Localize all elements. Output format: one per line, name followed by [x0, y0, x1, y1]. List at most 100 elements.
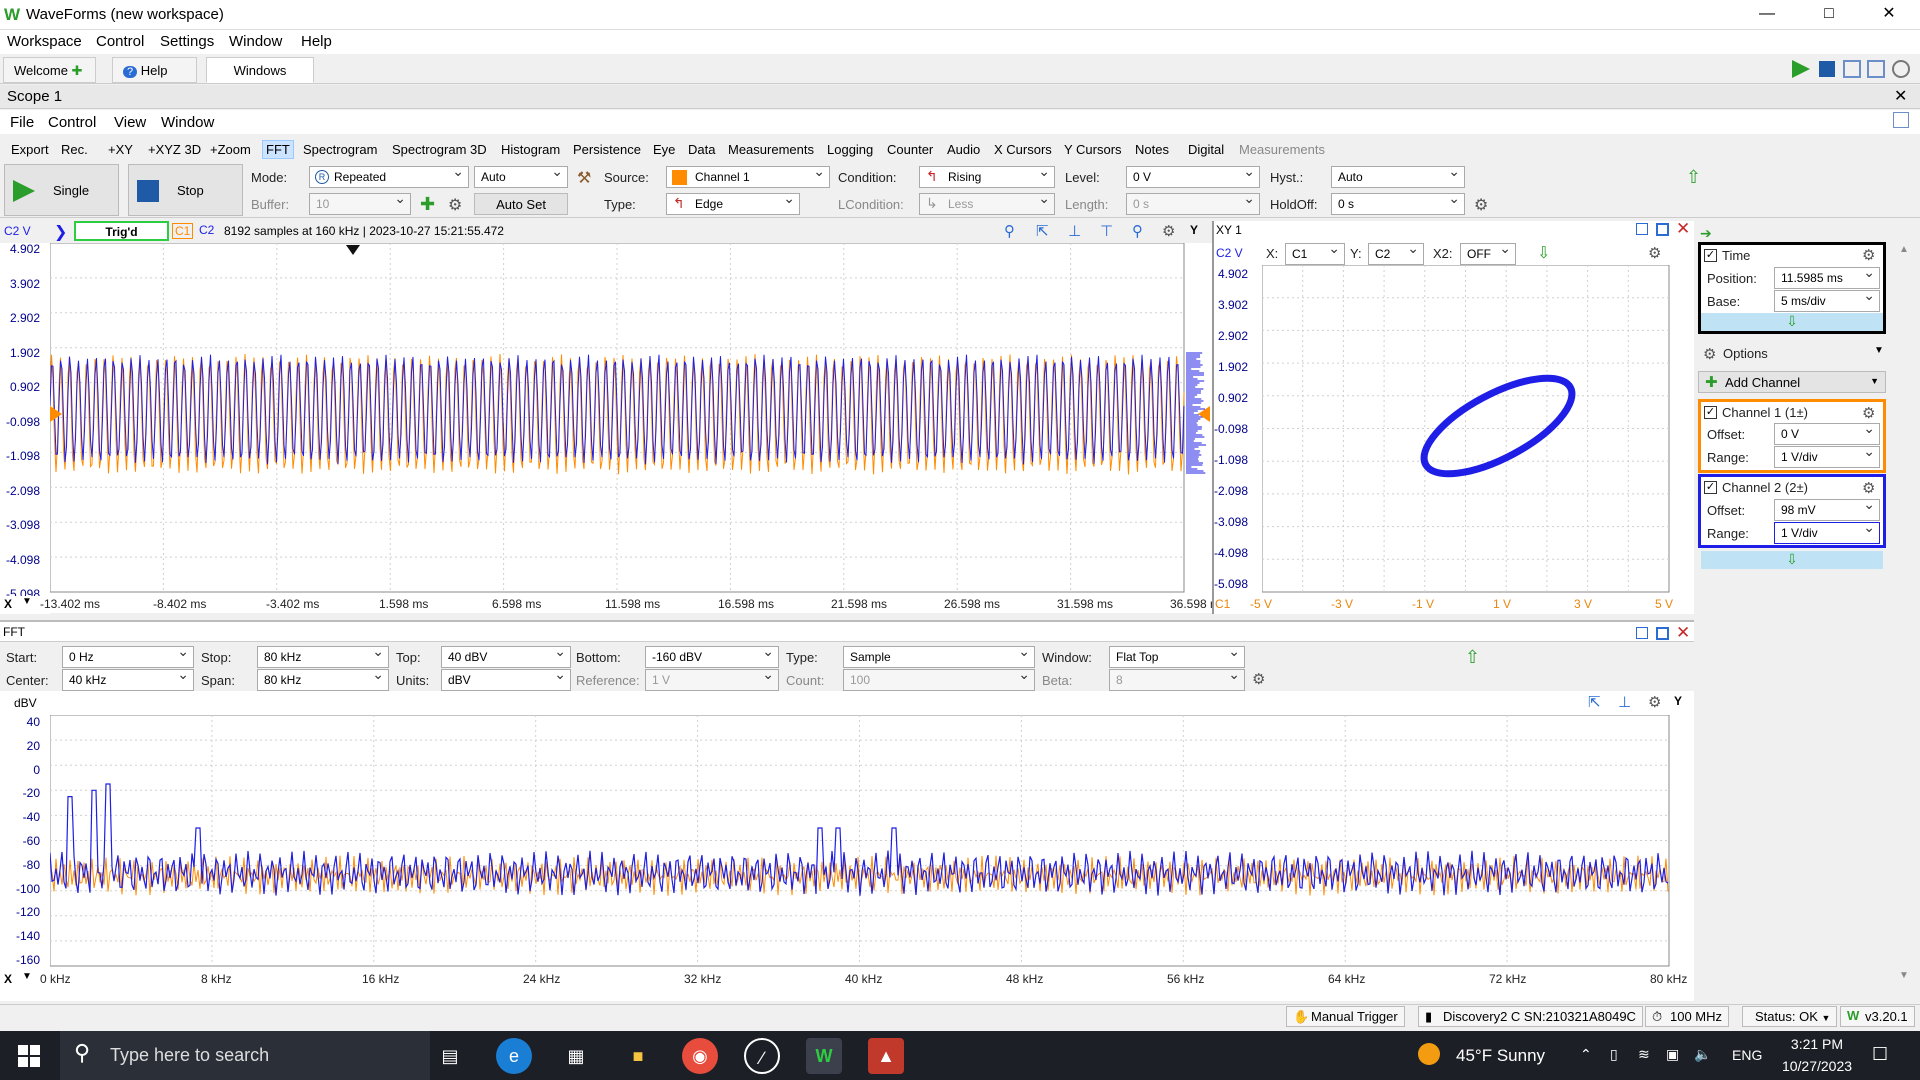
toolbar-measurements[interactable]: Measurements: [725, 141, 817, 158]
close-button[interactable]: ✕: [1866, 0, 1912, 30]
cursor-icon[interactable]: ⇱: [1036, 222, 1049, 240]
xy-x2-select[interactable]: OFF: [1460, 243, 1516, 265]
x-axis-dropdown-icon[interactable]: ▼: [22, 596, 32, 607]
xy-restore-icon[interactable]: [1636, 223, 1648, 235]
fft-collapse-arrow-icon[interactable]: ⇧: [1465, 647, 1480, 668]
xy-down-arrow-icon[interactable]: ⇩: [1537, 243, 1550, 263]
mode-auto-select[interactable]: Auto: [474, 166, 568, 188]
buffer-stepper[interactable]: 10: [309, 193, 411, 215]
fft-start-input[interactable]: 0 Hz: [62, 646, 194, 668]
language-indicator[interactable]: ENG: [1732, 1047, 1762, 1063]
manual-trigger-button[interactable]: ✋ Manual Trigger: [1286, 1006, 1405, 1027]
toolbar-eye[interactable]: Eye: [650, 141, 678, 158]
toolbar-counter[interactable]: Counter: [884, 141, 936, 158]
clock-time[interactable]: 3:21 PM: [1781, 1036, 1853, 1052]
toolbar-xyz3d[interactable]: +XYZ 3D: [145, 141, 204, 158]
fft-maximize-icon[interactable]: [1656, 627, 1669, 640]
add-buffer-icon[interactable]: ✚: [420, 194, 435, 215]
options-dropdown-icon[interactable]: ▼: [1874, 345, 1884, 356]
length-input[interactable]: 0 s: [1126, 193, 1260, 215]
fft-beta-input[interactable]: 8: [1109, 669, 1245, 691]
toolbar-spectrogram3d[interactable]: Spectrogram 3D: [389, 141, 490, 158]
edge-browser-icon[interactable]: e: [496, 1038, 532, 1074]
scope-menu-file[interactable]: File: [10, 114, 34, 131]
fft-count-input[interactable]: 100: [843, 669, 1035, 691]
align-icon[interactable]: ⊥: [1068, 222, 1081, 240]
single-button[interactable]: Single: [4, 164, 119, 216]
channel1-offset-input[interactable]: 0 V: [1774, 423, 1880, 445]
toolbar-histogram[interactable]: Histogram: [498, 141, 563, 158]
mode-select[interactable]: R Repeated: [309, 166, 469, 188]
toolbar-zoom[interactable]: +Zoom: [207, 141, 254, 158]
xy-close-icon[interactable]: ✕: [1676, 219, 1690, 239]
xy-y-select[interactable]: C2: [1368, 243, 1424, 265]
restore-icon[interactable]: [1893, 112, 1909, 128]
y-axis-button[interactable]: Y: [1190, 223, 1198, 237]
fft-restore-icon[interactable]: [1636, 627, 1648, 639]
fft-type-select[interactable]: Sample: [843, 646, 1035, 668]
fft-units-select[interactable]: dBV: [441, 669, 571, 691]
side-scroll-down-icon[interactable]: ▼: [1899, 970, 1909, 981]
weather-text[interactable]: 45°F Sunny: [1456, 1046, 1545, 1066]
waveforms-taskbar-icon[interactable]: W: [806, 1038, 842, 1074]
condition-select[interactable]: ↰ Rising: [919, 166, 1055, 188]
fft-y-axis-button[interactable]: Y: [1674, 694, 1682, 708]
wifi-icon[interactable]: ≋: [1638, 1046, 1650, 1063]
scope-menu-control[interactable]: Control: [48, 114, 96, 131]
toolbar-measurements-2[interactable]: Measurements: [1236, 141, 1328, 158]
status-indicator[interactable]: Status: OK ▼: [1742, 1006, 1838, 1027]
fft-align-icon[interactable]: ⊥: [1618, 693, 1631, 711]
type-select[interactable]: ↰ Edge: [666, 193, 800, 215]
toolbar-notes[interactable]: Notes: [1132, 141, 1172, 158]
channel2-range-select[interactable]: 1 V/div: [1774, 522, 1880, 544]
channels-expand-icon[interactable]: ⇩: [1701, 551, 1883, 569]
buffer-settings-icon[interactable]: ⚙: [448, 195, 462, 215]
menu-window[interactable]: Window: [229, 33, 282, 50]
fft-center-input[interactable]: 40 kHz: [62, 669, 194, 691]
toolbar-rec[interactable]: Rec.: [58, 141, 91, 158]
device-button[interactable]: ▮ Discovery2 C SN:210321A8049C: [1418, 1006, 1643, 1027]
channel1-checkbox[interactable]: ✓: [1704, 406, 1717, 419]
fft-cursor-icon[interactable]: ⇱: [1588, 693, 1601, 711]
fft-stop-input[interactable]: 80 kHz: [257, 646, 389, 668]
toolbar-fft[interactable]: FFT: [262, 140, 294, 159]
fft-x-dropdown-icon[interactable]: ▼: [22, 971, 32, 982]
tile-icon[interactable]: [1867, 60, 1885, 78]
x-axis-button[interactable]: X: [4, 597, 12, 611]
time-expand-icon[interactable]: ⇩: [1701, 313, 1883, 331]
side-scroll-up-icon[interactable]: ▲: [1899, 244, 1909, 255]
toolbar-export[interactable]: Export: [8, 141, 52, 158]
notifications-icon[interactable]: ☐: [1872, 1044, 1888, 1065]
settings-gear-icon[interactable]: [1892, 60, 1910, 78]
position-input[interactable]: 11.5985 ms: [1774, 267, 1880, 289]
minimize-button[interactable]: —: [1744, 0, 1790, 30]
fft-settings-icon[interactable]: ⚙: [1252, 670, 1265, 688]
hyst-input[interactable]: Auto: [1331, 166, 1465, 188]
acrobat-icon[interactable]: ▲: [868, 1038, 904, 1074]
toolbar-audio[interactable]: Audio: [944, 141, 983, 158]
auto-set-button[interactable]: Auto Set: [474, 193, 568, 215]
display-icon[interactable]: ▣: [1666, 1046, 1679, 1063]
menu-help[interactable]: Help: [301, 33, 332, 50]
menu-control[interactable]: Control: [96, 33, 144, 50]
trigger-settings-icon[interactable]: ⚙: [1474, 195, 1488, 215]
clock-date[interactable]: 10/27/2023: [1781, 1058, 1853, 1074]
fft-bottom-input[interactable]: -160 dBV: [645, 646, 779, 668]
c1-badge[interactable]: C1: [172, 223, 194, 239]
toolbar-persistence[interactable]: Persistence: [570, 141, 644, 158]
options-title[interactable]: Options: [1723, 346, 1768, 361]
scope-menu-view[interactable]: View: [114, 114, 146, 131]
task-view-icon[interactable]: ▤: [432, 1038, 468, 1074]
time-checkbox[interactable]: ✓: [1704, 249, 1717, 262]
tab-help[interactable]: ? Help: [112, 57, 197, 83]
fft-window-select[interactable]: Flat Top: [1109, 646, 1245, 668]
level-input[interactable]: 0 V: [1126, 166, 1260, 188]
tray-chevron-icon[interactable]: ⌃: [1580, 1046, 1592, 1063]
xy-x-select[interactable]: C1: [1285, 243, 1345, 265]
toolbar-spectrogram[interactable]: Spectrogram: [300, 141, 380, 158]
toolbar-ycursors[interactable]: Y Cursors: [1061, 141, 1125, 158]
menu-workspace[interactable]: Workspace: [7, 33, 82, 50]
fft-spectrum-plot[interactable]: [50, 715, 1670, 967]
side-panel-arrow-icon[interactable]: ➔: [1700, 225, 1712, 242]
stop-button[interactable]: Stop: [128, 164, 243, 216]
